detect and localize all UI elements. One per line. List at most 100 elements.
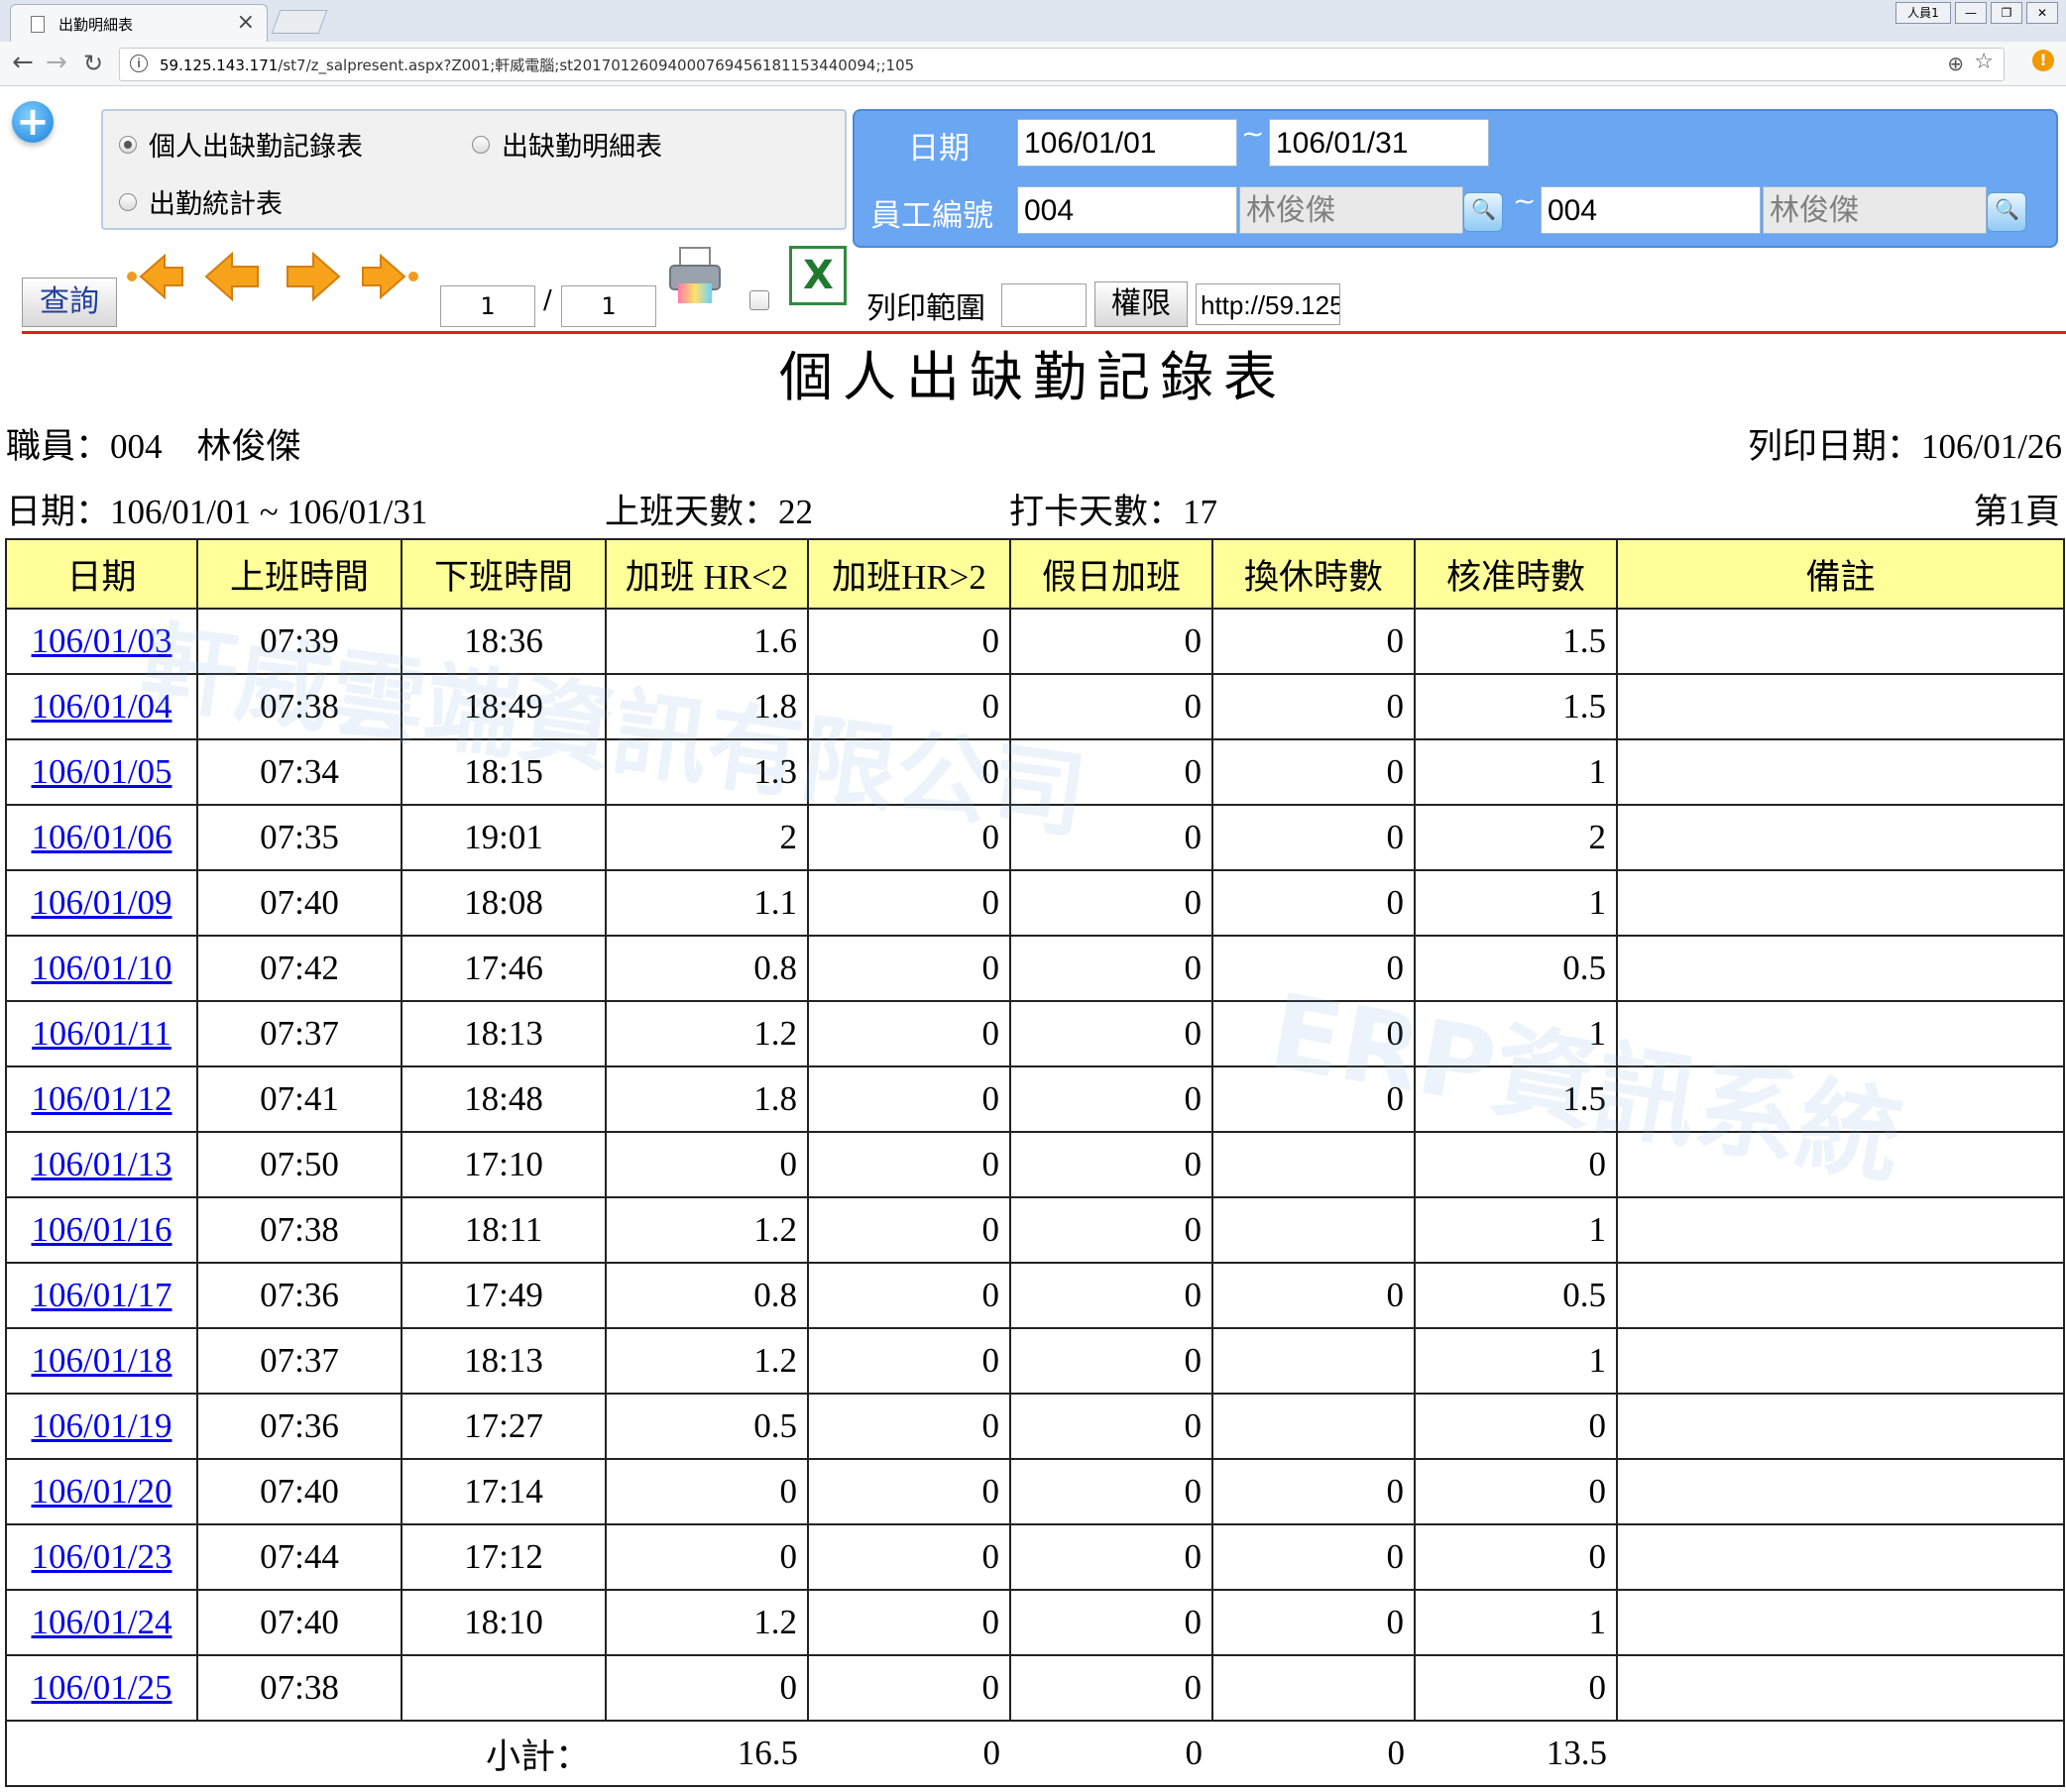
note-cell (1616, 1589, 2065, 1656)
radio-dot[interactable] (119, 192, 137, 211)
date-link[interactable]: 106/01/12 (32, 1079, 172, 1118)
date-link[interactable]: 106/01/17 (32, 1276, 172, 1314)
comp-cell (1211, 1393, 1416, 1460)
employee-from-id-field[interactable]: 004 (1017, 186, 1237, 234)
ot-gt2-cell: 0 (807, 804, 1011, 871)
out-cell: 18:13 (401, 1327, 607, 1395)
ot-lt2-cell: 0 (605, 1458, 809, 1525)
date-to-field[interactable]: 106/01/31 (1269, 119, 1489, 167)
date-link[interactable]: 106/01/04 (32, 687, 172, 726)
date-cell: 106/01/09 (5, 869, 198, 937)
employee-to-name-field: 林俊傑 (1763, 186, 1987, 234)
table-header-row: 日期 上班時間 下班時間 加班 HR<2 加班HR>2 假日加班 換休時數 核准… (5, 538, 2065, 610)
radio-statistics[interactable]: 出勤統計表 (119, 182, 283, 221)
add-icon[interactable]: + (12, 101, 54, 143)
current-page-field[interactable]: 1 (440, 285, 535, 327)
date-cell: 106/01/06 (5, 804, 198, 871)
table-row: 106/01/20 07:40 17:14 0 0 0 0 0 (5, 1458, 2065, 1525)
radio-dot[interactable] (472, 135, 490, 154)
zoom-icon[interactable]: ⊕ (1947, 52, 1964, 75)
url-field[interactable]: http://59.125.143.171 (1196, 283, 1340, 325)
date-link[interactable]: 106/01/11 (32, 1014, 172, 1053)
out-cell: 18:08 (401, 869, 607, 937)
table-row: 106/01/05 07:34 18:15 1.3 0 0 0 1 (5, 738, 2065, 806)
in-cell: 07:38 (196, 1196, 402, 1264)
window-controls: 人員1 — ❐ ✕ (1895, 2, 2058, 24)
out-cell: 18:11 (401, 1196, 607, 1264)
ot-gt2-cell: 0 (807, 1327, 1011, 1395)
site-info-icon[interactable]: i (130, 55, 148, 72)
approved-cell: 0 (1414, 1654, 1618, 1722)
new-tab-button[interactable] (271, 10, 328, 34)
comp-cell: 0 (1211, 738, 1416, 806)
checkbox[interactable] (749, 290, 769, 310)
query-button[interactable]: 查詢 (22, 278, 117, 327)
first-page-icon[interactable] (125, 248, 186, 305)
date-link[interactable]: 106/01/16 (32, 1210, 172, 1249)
out-cell: 18:48 (401, 1065, 607, 1133)
date-link[interactable]: 106/01/23 (32, 1537, 172, 1576)
out-cell: 18:36 (401, 608, 607, 675)
address-bar[interactable]: i 59.125.143.171/st7/z_salpresent.aspx?Z… (119, 48, 2005, 81)
page-icon (31, 16, 45, 33)
radio-personal-record[interactable]: 個人出缺勤記錄表 (119, 125, 363, 164)
out-cell: 17:10 (401, 1131, 607, 1198)
column-header: 加班HR>2 (807, 538, 1011, 610)
table-row: 106/01/09 07:40 18:08 1.1 0 0 0 1 (5, 869, 2065, 937)
date-link[interactable]: 106/01/24 (32, 1603, 172, 1641)
date-link[interactable]: 106/01/19 (32, 1406, 172, 1445)
holiday-ot-cell: 0 (1009, 1196, 1213, 1264)
date-link[interactable]: 106/01/25 (32, 1668, 172, 1707)
minimize-icon[interactable]: — (1955, 2, 1987, 24)
date-link[interactable]: 106/01/13 (32, 1145, 172, 1183)
date-link[interactable]: 106/01/10 (32, 949, 172, 987)
out-cell: 17:46 (401, 935, 607, 1002)
date-cell: 106/01/04 (5, 673, 198, 740)
profile-button[interactable]: 人員1 (1895, 2, 1951, 24)
excel-export-icon[interactable] (789, 246, 847, 305)
approved-cell: 0.5 (1414, 935, 1618, 1002)
date-from-field[interactable]: 106/01/01 (1017, 119, 1237, 167)
holiday-ot-cell: 0 (1009, 673, 1213, 740)
reload-icon[interactable]: ↻ (83, 50, 103, 77)
subtotal-approved: 13.5 (1415, 1720, 1617, 1787)
printer-icon[interactable] (666, 244, 724, 309)
comp-cell: 0 (1211, 935, 1416, 1002)
print-range-field[interactable] (1001, 283, 1087, 327)
forward-arrow-icon[interactable]: → (46, 48, 67, 77)
employee-to-id-field[interactable]: 004 (1541, 186, 1761, 234)
permission-button[interactable]: 權限 (1094, 281, 1188, 327)
radio-detail-record[interactable]: 出缺勤明細表 (472, 125, 662, 164)
date-link[interactable]: 106/01/09 (32, 883, 172, 922)
table-row: 106/01/12 07:41 18:48 1.8 0 0 0 1.5 (5, 1065, 2065, 1133)
date-link[interactable]: 106/01/03 (32, 621, 172, 660)
date-link[interactable]: 106/01/18 (32, 1341, 172, 1380)
date-cell: 106/01/23 (5, 1523, 198, 1591)
next-page-icon[interactable] (282, 248, 343, 305)
date-range-info: 日期：106/01/01 ~ 106/01/31 (6, 493, 428, 531)
radio-dot[interactable] (119, 135, 137, 154)
warning-icon[interactable]: ! (2032, 50, 2054, 71)
column-header: 上班時間 (196, 538, 402, 610)
employee-from-search-icon[interactable] (1463, 192, 1503, 232)
restore-icon[interactable]: ❐ (1991, 2, 2022, 24)
in-cell: 07:34 (196, 738, 402, 806)
bookmark-star-icon[interactable]: ☆ (1974, 50, 1994, 74)
note-cell (1616, 869, 2065, 937)
in-cell: 07:40 (196, 1589, 402, 1656)
subtotal-ot-lt2: 16.5 (606, 1720, 808, 1787)
date-link[interactable]: 106/01/05 (32, 752, 172, 791)
column-header: 加班 HR<2 (605, 538, 809, 610)
date-link[interactable]: 106/01/06 (32, 818, 172, 856)
close-tab-icon[interactable]: × (237, 10, 255, 35)
employee-to-search-icon[interactable] (1987, 192, 2026, 232)
comp-cell: 0 (1211, 673, 1416, 740)
date-link[interactable]: 106/01/20 (32, 1472, 172, 1511)
close-window-icon[interactable]: ✕ (2026, 2, 2058, 24)
browser-tab[interactable]: 出勤明細表 × (10, 4, 268, 43)
date-cell: 106/01/17 (5, 1262, 198, 1329)
last-page-icon[interactable] (359, 248, 420, 305)
back-arrow-icon[interactable]: ← (12, 48, 34, 77)
subtotal-holiday-ot: 0 (1010, 1720, 1212, 1787)
previous-page-icon[interactable] (202, 248, 264, 305)
